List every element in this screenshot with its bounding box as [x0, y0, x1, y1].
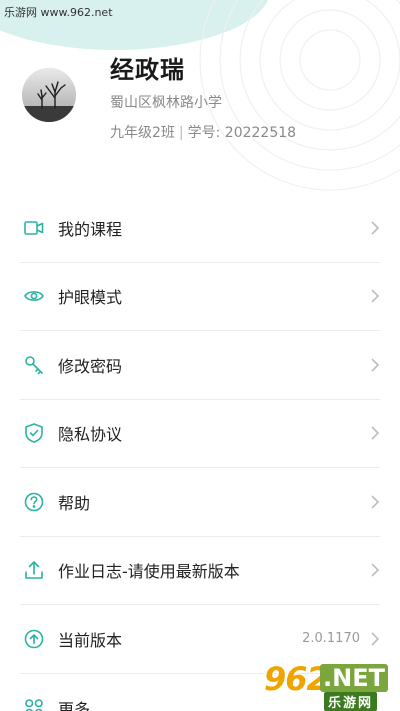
menu-item-label: 我的课程 [58, 219, 123, 239]
menu-item-homework-log[interactable]: 作业日志-请使用最新版本 [20, 537, 380, 605]
key-icon [22, 353, 46, 377]
shield-check-icon [22, 421, 46, 445]
chevron-right-icon [371, 426, 380, 440]
help-icon [22, 490, 46, 514]
profile-page: 乐游网 www.962.net 经政瑞 蜀山区枫林路小学 九年级2班 | 学号:… [0, 0, 400, 711]
version-number: 2.0.1170 [302, 631, 360, 647]
student-number: 学号: 20222518 [187, 125, 297, 141]
menu-item-label: 更多 [58, 699, 91, 711]
watermark-top-left: 乐游网 www.962.net [4, 6, 113, 19]
grid-icon [22, 696, 46, 711]
class-info: 九年级2班 | 学号: 20222518 [110, 122, 296, 142]
watermark-number: 962 [264, 660, 329, 698]
avatar[interactable] [22, 68, 76, 122]
menu-item-label: 护眼模式 [58, 288, 123, 308]
menu-item-label: 帮助 [58, 493, 91, 513]
video-icon [22, 216, 46, 240]
menu-item-help[interactable]: 帮助 [20, 468, 380, 537]
menu-item-label: 作业日志-请使用最新版本 [58, 562, 240, 582]
chevron-right-icon [371, 632, 380, 646]
user-name: 经政瑞 [110, 56, 185, 84]
profile-header[interactable]: 经政瑞 蜀山区枫林路小学 九年级2班 | 学号: 20222518 [0, 40, 400, 170]
chevron-right-icon [371, 221, 380, 235]
watermark-tld: .NET [320, 664, 388, 692]
school-name: 蜀山区枫林路小学 [110, 95, 222, 111]
watermark-sitename: 乐游网 [324, 692, 378, 711]
class-name: 九年级2班 [110, 125, 175, 141]
watermark-bottom-right: 962 .NET 乐游网 [262, 660, 398, 711]
menu-item-change-password[interactable]: 修改密码 [20, 331, 380, 400]
avatar-tree-image [22, 68, 76, 122]
chevron-right-icon [371, 563, 380, 577]
menu-item-eye-care[interactable]: 护眼模式 [20, 263, 380, 331]
menu-item-label: 当前版本 [58, 630, 123, 650]
menu-item-label: 修改密码 [58, 356, 123, 376]
menu-item-label: 隐私协议 [58, 425, 123, 445]
menu-item-my-courses[interactable]: 我的课程 [20, 194, 380, 263]
arrow-up-circle-icon [22, 627, 46, 651]
chevron-right-icon [371, 358, 380, 372]
chevron-right-icon [371, 289, 380, 303]
settings-menu: 我的课程 护眼模式 修改密码 隐私协议 帮助 作业日志-请使用最新版本 当前版本… [20, 194, 380, 711]
meta-separator: | [178, 125, 184, 141]
upload-icon [22, 558, 46, 582]
eye-icon [22, 284, 46, 308]
chevron-right-icon [371, 495, 380, 509]
menu-item-privacy-policy[interactable]: 隐私协议 [20, 400, 380, 468]
